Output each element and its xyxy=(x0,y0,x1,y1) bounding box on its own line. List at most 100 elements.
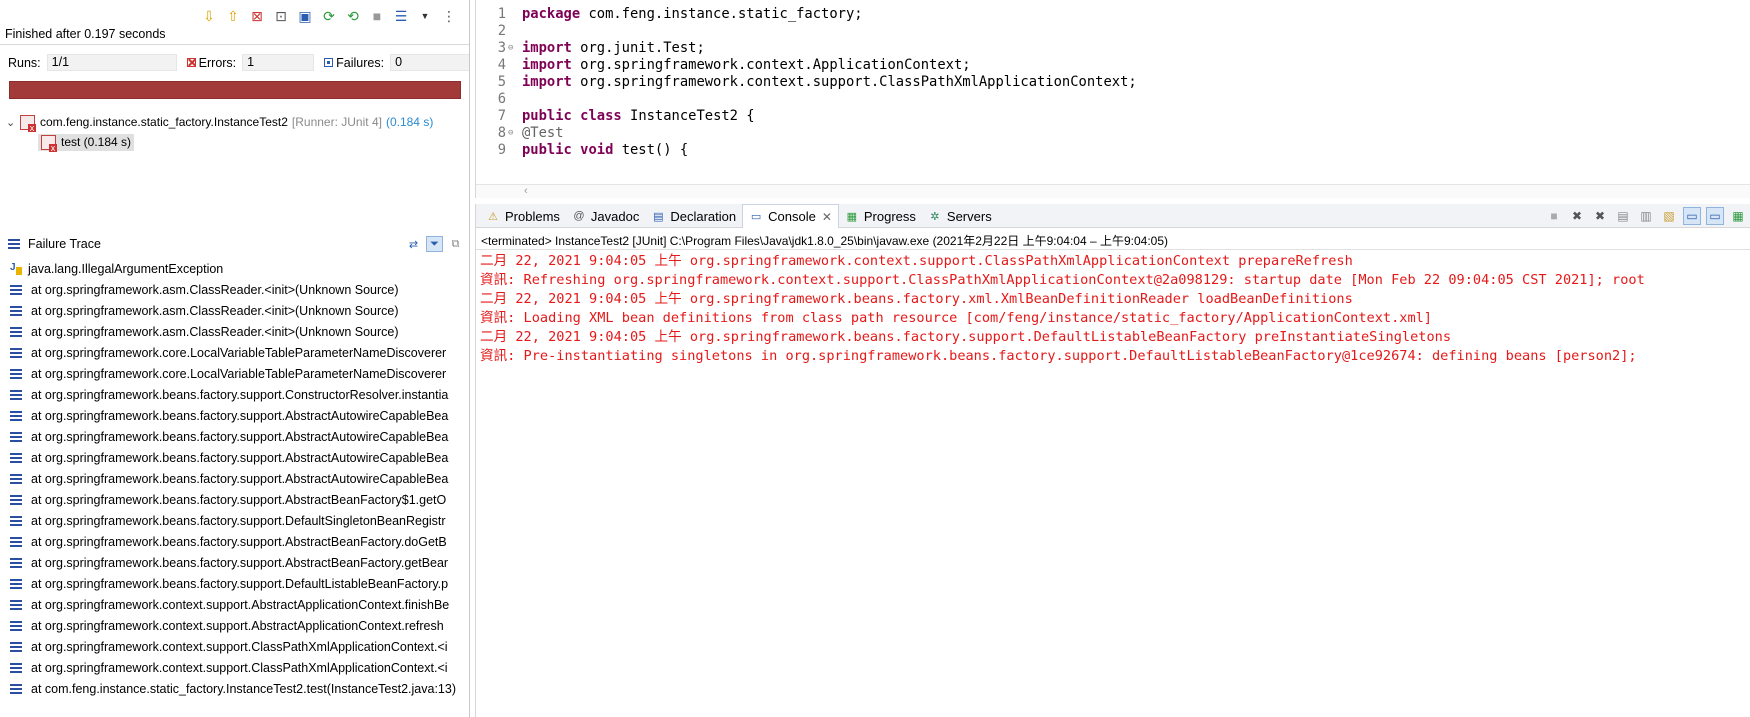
code-editor[interactable]: 1 package com.feng.instance.static_factor… xyxy=(475,0,1750,198)
tab-servers[interactable]: ✲ Servers xyxy=(922,204,998,228)
tab-label: Javadoc xyxy=(590,208,640,224)
failures-label: Failures: xyxy=(336,55,385,70)
trace-text: at org.springframework.beans.factory.sup… xyxy=(31,492,447,507)
scroll-lock-icon[interactable]: ⊡ xyxy=(272,7,290,25)
stack-frame-icon xyxy=(10,578,22,589)
test-row[interactable]: test (0.184 s) xyxy=(0,132,469,152)
console-icon: ▭ xyxy=(750,211,762,223)
tab-progress[interactable]: ▦ Progress xyxy=(839,204,922,228)
copy-trace-icon[interactable]: ⧉ xyxy=(447,236,464,252)
previous-failure-icon[interactable]: ⇧ xyxy=(224,7,242,25)
scroll-left-icon[interactable]: ‹ xyxy=(524,185,528,197)
suite-time: (0.184 s) xyxy=(385,115,434,129)
failure-trace-title: Failure Trace xyxy=(28,237,101,251)
trace-row[interactable]: at org.springframework.core.LocalVariabl… xyxy=(0,363,469,384)
trace-row[interactable]: at org.springframework.asm.ClassReader.<… xyxy=(0,321,469,342)
trace-row[interactable]: at org.springframework.beans.factory.sup… xyxy=(0,489,469,510)
trace-row[interactable]: at org.springframework.beans.factory.sup… xyxy=(0,531,469,552)
tab-label: Problems xyxy=(505,208,560,224)
stack-frame-icon xyxy=(10,305,22,316)
scroll-lock-icon[interactable]: ▥ xyxy=(1637,207,1655,225)
trace-row[interactable]: at org.springframework.asm.ClassReader.<… xyxy=(0,279,469,300)
next-failure-icon[interactable]: ⇩ xyxy=(200,7,218,25)
suite-row[interactable]: ⌄ com.feng.instance.static_factory.Insta… xyxy=(0,112,469,132)
trace-row[interactable]: at org.springframework.beans.factory.sup… xyxy=(0,447,469,468)
console-line: 二月 22, 2021 9:04:05 上午 org.springframewo… xyxy=(480,253,1353,269)
trace-row[interactable]: at org.springframework.beans.factory.sup… xyxy=(0,384,469,405)
junit-toolbar: ⇩ ⇧ ⊠ ⊡ ▣ ⟳ ⟲ ■ ☰ ▼ ⋮ xyxy=(200,3,458,29)
view-menu-icon[interactable]: ⋮ xyxy=(440,7,458,25)
chevron-down-icon[interactable]: ⌄ xyxy=(6,116,16,129)
code-token: test() { xyxy=(613,142,689,158)
servers-icon: ✲ xyxy=(930,210,940,223)
errors-counter: Errors: 1 xyxy=(186,54,315,71)
terminate-icon[interactable]: ■ xyxy=(1545,207,1563,225)
rerun-test-icon[interactable]: ⟳ xyxy=(320,7,338,25)
stop-icon[interactable]: ■ xyxy=(368,7,386,25)
stack-frame-icon xyxy=(10,326,22,337)
keyword: import xyxy=(522,74,572,90)
console-line: 二月 22, 2021 9:04:05 上午 org.springframewo… xyxy=(480,291,1353,307)
trace-row[interactable]: at org.springframework.beans.factory.sup… xyxy=(0,426,469,447)
trace-row[interactable]: at org.springframework.beans.factory.sup… xyxy=(0,468,469,489)
test-row-selected[interactable]: test (0.184 s) xyxy=(38,133,135,152)
filter-stack-trace-icon[interactable]: ⏷ xyxy=(426,236,443,252)
history-dropdown-icon[interactable]: ▼ xyxy=(416,7,434,25)
test-run-history-icon[interactable]: ☰ xyxy=(392,7,410,25)
errors-label: Errors: xyxy=(198,55,237,70)
tab-declaration[interactable]: ▤ Declaration xyxy=(645,204,742,228)
rerun-failed-first-icon[interactable]: ⟲ xyxy=(344,7,362,25)
test-tree: ⌄ com.feng.instance.static_factory.Insta… xyxy=(0,112,469,152)
tab-javadoc[interactable]: @ Javadoc xyxy=(566,204,645,228)
console-output[interactable]: 二月 22, 2021 9:04:05 上午 org.springframewo… xyxy=(480,252,1750,366)
console-line: 資訊: Refreshing org.springframework.conte… xyxy=(480,272,1645,288)
clear-console-icon[interactable]: ▤ xyxy=(1614,207,1632,225)
suite-runner: [Runner: JUnit 4] xyxy=(291,115,382,129)
runs-value: 1/1 xyxy=(46,54,177,71)
trace-row[interactable]: at org.springframework.context.support.C… xyxy=(0,657,469,678)
trace-row[interactable]: at org.springframework.context.support.A… xyxy=(0,594,469,615)
trace-row[interactable]: at org.springframework.asm.ClassReader.<… xyxy=(0,300,469,321)
run-status-text: Finished after 0.197 seconds xyxy=(5,27,166,41)
annotation: @Test xyxy=(522,125,564,141)
stack-frame-icon xyxy=(10,599,22,610)
remove-all-terminated-icon[interactable]: ✖ xyxy=(1591,207,1609,225)
show-failures-only-icon[interactable]: ⊠ xyxy=(248,7,266,25)
show-console-on-stdout-icon[interactable]: ▭ xyxy=(1683,207,1701,225)
remove-launch-icon[interactable]: ✖ xyxy=(1568,207,1586,225)
tab-problems[interactable]: ⚠ Problems xyxy=(480,204,566,228)
stack-frame-icon xyxy=(10,536,22,547)
fold-toggle-icon[interactable]: ⊖ xyxy=(508,39,513,58)
trace-row[interactable]: at org.springframework.core.LocalVariabl… xyxy=(0,342,469,363)
trace-row[interactable]: at org.springframework.beans.factory.sup… xyxy=(0,405,469,426)
layout-icon[interactable]: ▣ xyxy=(296,7,314,25)
keyword: public xyxy=(522,142,572,158)
trace-text: at org.springframework.beans.factory.sup… xyxy=(31,555,449,570)
view-tabs: ⚠ Problems @ Javadoc ▤ Declaration ▭ Console ✕ ▦ P… xyxy=(480,204,998,228)
compare-result-icon[interactable]: ⇄ xyxy=(405,236,422,252)
stack-frame-icon xyxy=(10,368,22,379)
pin-console-icon[interactable]: ▦ xyxy=(1729,207,1747,225)
trace-row[interactable]: at com.feng.instance.static_factory.Inst… xyxy=(0,678,469,699)
exception-row[interactable]: J java.lang.IllegalArgumentException xyxy=(0,258,469,279)
stack-frame-icon xyxy=(10,557,22,568)
progress-icon: ▦ xyxy=(846,210,858,223)
trace-row[interactable]: at org.springframework.beans.factory.sup… xyxy=(0,573,469,594)
trace-row[interactable]: at org.springframework.beans.factory.sup… xyxy=(0,510,469,531)
tab-label: Declaration xyxy=(670,208,737,224)
trace-row[interactable]: at org.springframework.beans.factory.sup… xyxy=(0,552,469,573)
editor-horizontal-scrollbar[interactable]: ‹ xyxy=(476,184,1750,198)
stack-frame-icon xyxy=(10,452,22,463)
trace-row[interactable]: at org.springframework.context.support.C… xyxy=(0,636,469,657)
fold-toggle-icon[interactable]: ⊖ xyxy=(508,124,513,143)
word-wrap-icon[interactable]: ▧ xyxy=(1660,207,1678,225)
stack-frame-icon xyxy=(10,431,22,442)
close-icon[interactable]: ✕ xyxy=(822,210,832,224)
stack-frame-icon xyxy=(10,683,22,694)
tab-console[interactable]: ▭ Console ✕ xyxy=(742,204,839,228)
show-console-on-stderr-icon[interactable]: ▭ xyxy=(1706,207,1724,225)
runs-label: Runs: xyxy=(8,55,41,70)
trace-row[interactable]: at org.springframework.context.support.A… xyxy=(0,615,469,636)
problems-icon: ⚠ xyxy=(488,210,498,223)
